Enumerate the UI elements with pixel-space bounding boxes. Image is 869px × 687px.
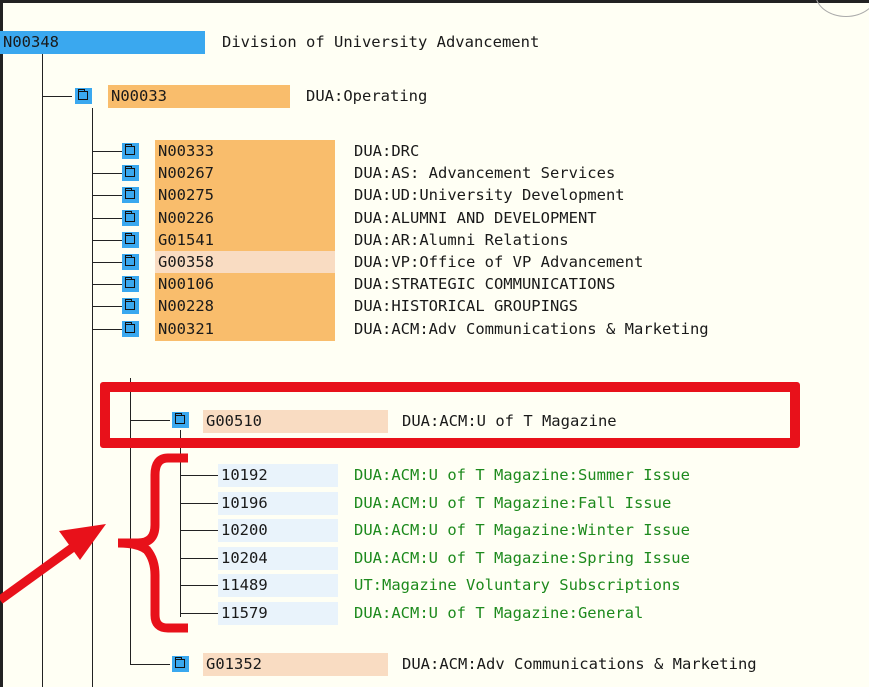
arrow-annotation [0,524,106,604]
hierarchy-tree-view: N00348 Division of University Advancemen… [0,0,869,687]
brace-annotation [117,453,188,633]
annotation-overlay [0,453,188,633]
